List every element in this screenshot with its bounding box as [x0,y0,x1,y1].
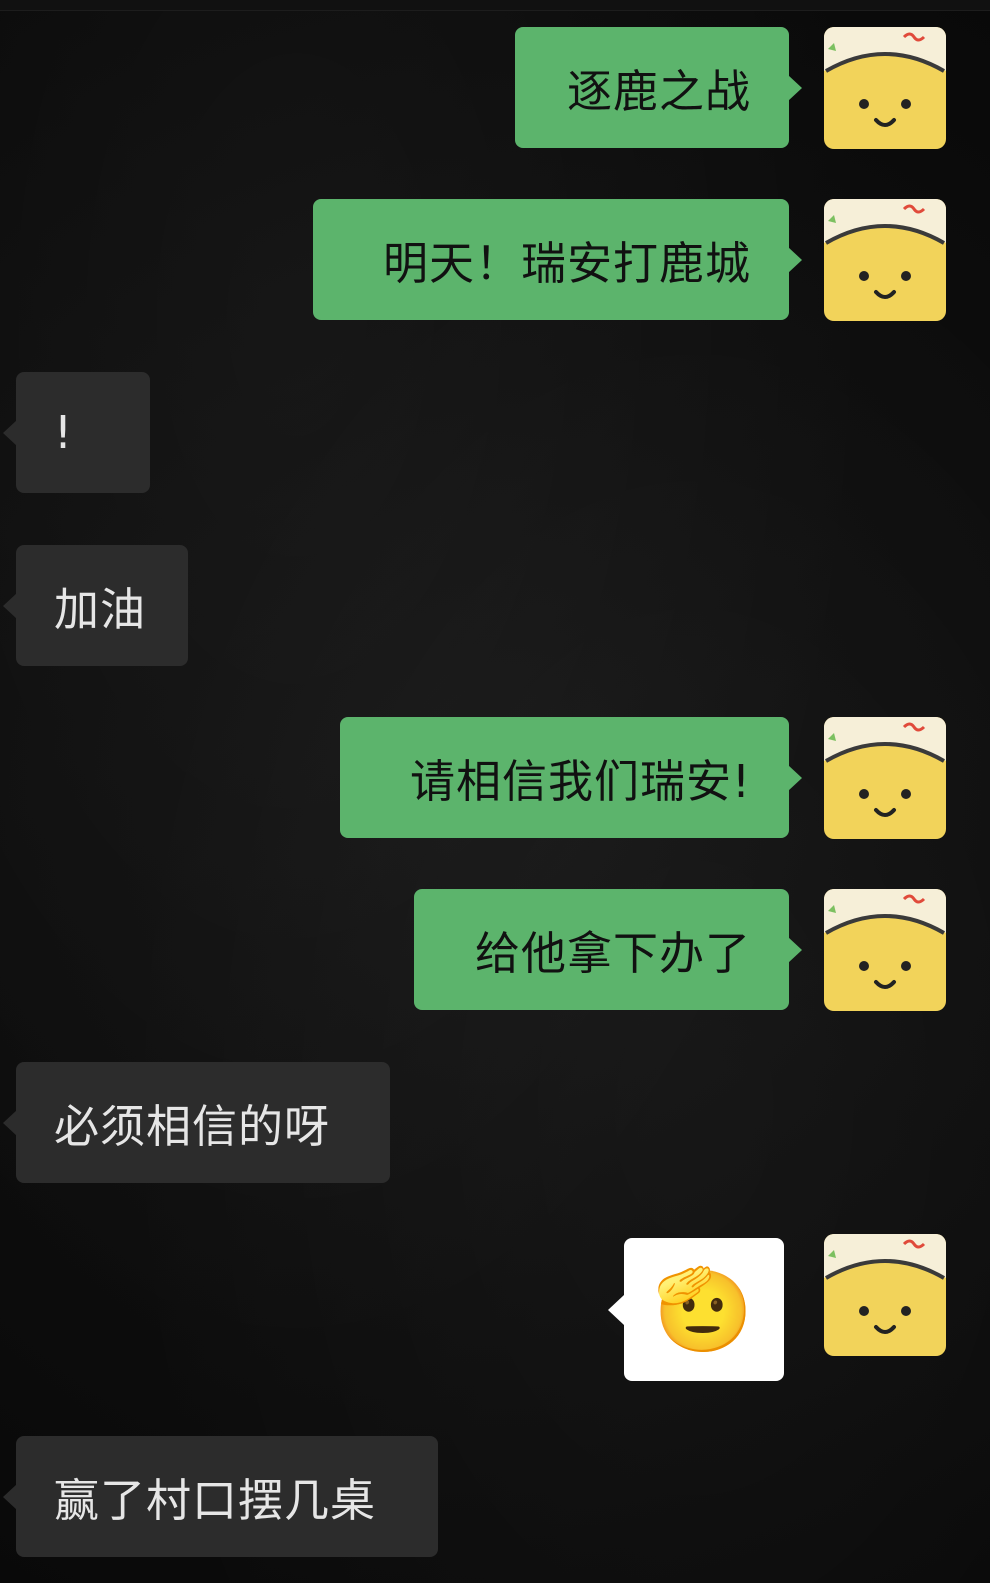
incoming-message[interactable]: 赢了村口摆几桌 [3,1436,438,1557]
user-avatar[interactable] [824,1234,946,1356]
incoming-message[interactable]: 必须相信的呀 [3,1062,390,1183]
yellow-smiley-face-icon [824,1234,946,1356]
outgoing-message[interactable]: 给他拿下办了 [414,889,802,1010]
user-avatar[interactable] [824,199,946,321]
outgoing-message[interactable]: 请相信我们瑞安! [340,717,802,838]
yellow-smiley-face-icon [824,199,946,321]
status-bar-edge [0,0,990,11]
user-avatar[interactable] [824,717,946,839]
yellow-smiley-face-icon [824,717,946,839]
yellow-smiley-face-icon [824,889,946,1011]
saluting-face-emoji-icon: 🫡 [653,1262,755,1356]
yellow-smiley-face-icon [824,27,946,149]
user-avatar[interactable] [824,889,946,1011]
user-avatar[interactable] [824,27,946,149]
incoming-message[interactable]: 加油 [3,545,188,666]
incoming-message[interactable]: ! [3,372,150,493]
outgoing-message[interactable]: 明天！瑞安打鹿城 [313,199,802,320]
outgoing-message[interactable]: 逐鹿之战 [515,27,802,148]
outgoing-sticker-message[interactable]: 🫡 [608,1238,784,1381]
